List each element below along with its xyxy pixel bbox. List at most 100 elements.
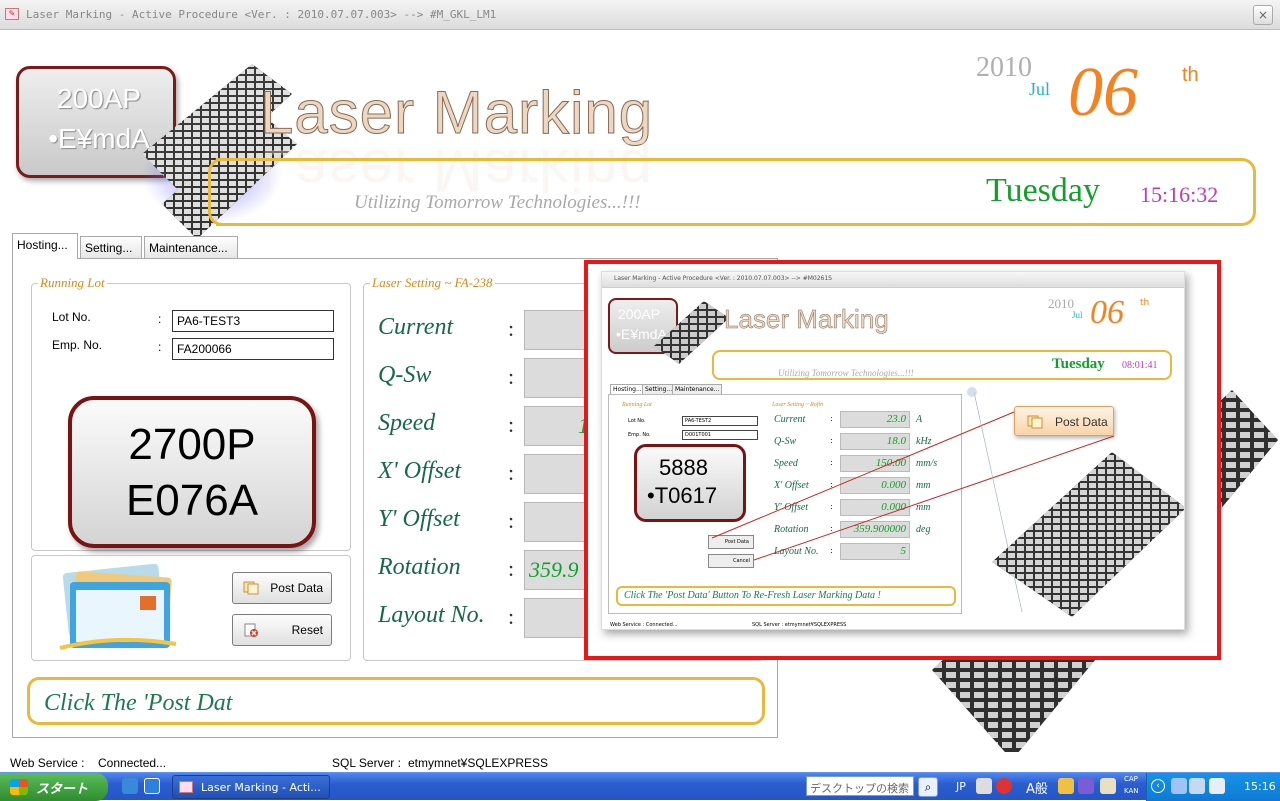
- close-button[interactable]: ×: [1253, 5, 1273, 25]
- preview-row-value: 0.000: [840, 477, 910, 494]
- message-box: Click The 'Post Dat: [27, 677, 765, 725]
- preview-time: 08:01:41: [1122, 360, 1158, 371]
- mail-envelope-icon: [59, 564, 177, 650]
- web-service-label: Web Service :: [10, 756, 85, 770]
- preview-web-status: Web Service : Connected...: [610, 622, 678, 628]
- preview-row-unit: mm/s: [916, 458, 938, 469]
- preview-row-unit: mm: [916, 480, 931, 491]
- preview-row-value: 150.00: [840, 455, 910, 472]
- preview-callout-label: Post Data: [1055, 415, 1108, 429]
- preview-row-value: 5: [840, 543, 910, 560]
- layout-no-colon: :: [508, 604, 515, 629]
- action-group: Post Data Reset: [31, 555, 351, 661]
- network-icon[interactable]: [1171, 778, 1187, 794]
- preview-row-value: 23.0: [840, 411, 910, 428]
- x-offset-label: X' Offset: [378, 458, 462, 484]
- post-data-label: Post Data: [270, 581, 323, 595]
- preview-highlight-frame: Laser Marking - Active Procedure <Ver. :…: [584, 260, 1221, 660]
- preview-row-unit: A: [916, 414, 923, 425]
- preview-cancel-button: Cancel: [708, 554, 754, 568]
- title-bar: ✎ Laser Marking - Active Procedure <Ver.…: [0, 0, 1280, 30]
- preview-callout-icon: [1027, 415, 1043, 429]
- document-copy-icon: [243, 581, 259, 595]
- preview-row-colon: :: [830, 546, 833, 555]
- preview-message: Click The 'Post Data' Button To Re-Fresh…: [624, 590, 881, 601]
- language-indicator[interactable]: JP: [956, 780, 966, 793]
- tab-hosting[interactable]: Hosting...: [12, 233, 78, 259]
- task-label: Laser Marking - Acti...: [201, 781, 321, 794]
- preview-row-value: 0.000: [840, 499, 910, 516]
- message-text: Click The 'Post Dat: [44, 690, 233, 716]
- reset-button[interactable]: Reset: [232, 614, 332, 646]
- taskbar-clock: 15:16: [1244, 780, 1276, 793]
- settings-icon[interactable]: [1100, 778, 1116, 794]
- y-offset-label: Y' Offset: [378, 506, 460, 532]
- date-suffix: th: [1182, 64, 1199, 86]
- tray-expand-icon[interactable]: ‹: [1151, 779, 1165, 793]
- preview-title-bar: Laser Marking - Active Procedure <Ver. :…: [602, 272, 1184, 288]
- desktop-search-input[interactable]: デスクトップの検索: [806, 776, 914, 796]
- lot-display-plate: 2700P E076A: [68, 396, 316, 548]
- preview-running-lot-title: Running Lot: [622, 402, 652, 408]
- preview-sql-status: SQL Server : etmymnet¥SQLEXPRESS: [752, 622, 847, 628]
- ie-icon[interactable]: [122, 778, 138, 794]
- preview-row-colon: :: [830, 524, 833, 533]
- preview-row-value: 359.900000: [840, 521, 910, 538]
- sql-server-label: SQL Server :: [332, 756, 401, 770]
- date-year: 2010: [976, 52, 1032, 83]
- preview-row-label: Rotation: [774, 524, 809, 535]
- preview-plate-line-1: 5888: [659, 455, 708, 480]
- post-data-button[interactable]: Post Data: [232, 572, 332, 604]
- current-label: Current: [378, 314, 454, 340]
- preview-year: 2010: [1048, 296, 1074, 311]
- emp-no-label: Emp. No.: [52, 338, 103, 352]
- preview-lot-no-label: Lot No.: [628, 418, 646, 424]
- rotation-label: Rotation: [378, 554, 461, 580]
- preview-lot-plate: 5888 •T0617: [634, 444, 746, 522]
- speed-label: Speed: [378, 410, 436, 436]
- ime-tool-icon[interactable]: [1058, 778, 1074, 794]
- windows-logo-icon: [10, 779, 28, 795]
- display-icon[interactable]: [1209, 778, 1225, 794]
- preview-row-label: Current: [774, 414, 806, 425]
- preview-emp-no-label: Emp. No.: [628, 432, 651, 438]
- preview-row-unit: deg: [916, 524, 931, 535]
- ime-mode[interactable]: A般: [1026, 778, 1048, 797]
- volume-icon[interactable]: [1189, 778, 1205, 794]
- tab-maintenance[interactable]: Maintenance...: [144, 236, 238, 258]
- status-bar: Web Service : Connected... SQL Server : …: [2, 752, 1278, 772]
- start-button[interactable]: スタート: [0, 773, 108, 801]
- dictionary-icon[interactable]: [1078, 778, 1094, 794]
- laser-setting-title: Laser Setting ~ FA-238: [370, 275, 495, 291]
- keyboard-icon[interactable]: [976, 778, 992, 794]
- app-icon: ✎: [5, 8, 19, 20]
- preview-row-colon: :: [830, 480, 833, 489]
- tab-setting[interactable]: Setting...: [80, 236, 142, 258]
- preview-row-unit: kHz: [916, 436, 932, 447]
- y-offset-colon: :: [508, 508, 515, 533]
- preview-laser-setting-title: Laser Setting ~ Rofin: [772, 402, 824, 408]
- preview-row-colon: :: [830, 458, 833, 467]
- search-icon[interactable]: ⌕: [918, 777, 938, 797]
- preview-weekday: Tuesday: [1052, 356, 1105, 372]
- clock: 15:16:32: [1140, 182, 1219, 207]
- reset-icon: [244, 623, 258, 637]
- emp-no-field[interactable]: FA200066: [172, 338, 334, 360]
- tagline: Utilizing Tomorrow Technologies...!!!: [354, 192, 641, 213]
- caps-indicator: CAP: [1124, 775, 1138, 783]
- preview-row-label: Q-Sw: [774, 436, 797, 447]
- current-colon: :: [508, 316, 515, 341]
- task-app-icon: [179, 781, 193, 793]
- taskbar: スタート Laser Marking - Acti... デスクトップの検索 ⌕…: [0, 772, 1280, 801]
- lot-no-field[interactable]: PA6-TEST3: [172, 310, 334, 332]
- running-lot-title: Running Lot: [38, 275, 107, 291]
- taskbar-laser-marking[interactable]: Laser Marking - Acti...: [172, 775, 330, 799]
- preview-row-label: Layout No.: [774, 546, 819, 557]
- q-sw-colon: :: [508, 364, 515, 389]
- preview-row-colon: :: [830, 436, 833, 445]
- ime-icon[interactable]: [996, 778, 1012, 794]
- browser-icon[interactable]: [144, 778, 160, 794]
- window-title: Laser Marking - Active Procedure <Ver. :…: [26, 8, 497, 21]
- running-lot-group: Running Lot Lot No. : PA6-TEST3 Emp. No.…: [31, 275, 351, 551]
- date-day: 06: [1068, 54, 1138, 131]
